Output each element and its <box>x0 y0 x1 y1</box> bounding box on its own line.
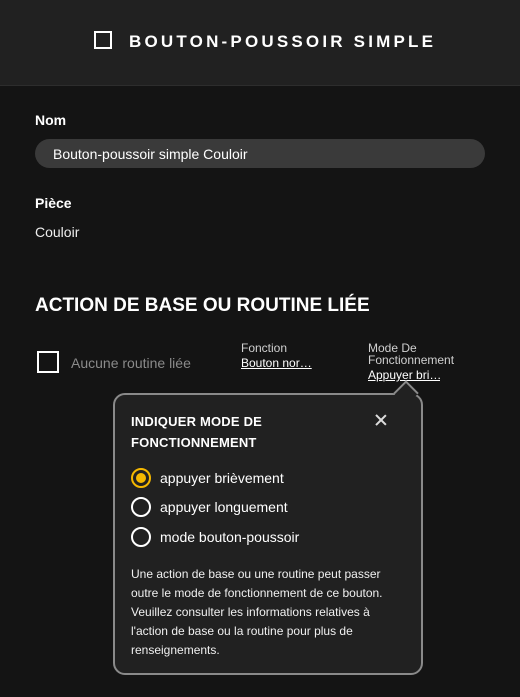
section-title: ACTION DE BASE OU ROUTINE LIÉE <box>35 295 370 316</box>
option-label: appuyer longuement <box>160 499 288 515</box>
mode-link[interactable]: Appuyer bri… <box>368 368 440 382</box>
page-title: BOUTON-POUSSOIR SIMPLE <box>129 32 437 51</box>
close-icon[interactable] <box>371 411 391 431</box>
name-input[interactable] <box>35 139 485 168</box>
room-value: Couloir <box>35 224 80 240</box>
radio-icon[interactable] <box>131 527 151 547</box>
option-label: mode bouton-poussoir <box>160 529 300 545</box>
square-outline-icon <box>94 31 112 49</box>
routine-checkbox[interactable] <box>37 351 59 373</box>
radio-selected-icon[interactable] <box>131 468 151 488</box>
room-label: Pièce <box>35 195 72 211</box>
function-link[interactable]: Bouton nor… <box>241 356 313 370</box>
radio-icon[interactable] <box>131 497 151 517</box>
mode-popover: INDIQUER MODE DE FONCTIONNEMENT appuyer … <box>113 393 423 675</box>
mode-label-line2: Fonctionnement <box>368 353 455 367</box>
option-label: appuyer brièvement <box>160 470 284 486</box>
popover-title: INDIQUER MODE DE FONCTIONNEMENT <box>131 414 263 450</box>
name-label: Nom <box>35 112 67 128</box>
popover-description: Une action de base ou une routine peut p… <box>131 567 383 657</box>
routine-label: Aucune routine liée <box>71 355 191 371</box>
function-label: Fonction <box>241 341 288 355</box>
header: BOUTON-POUSSOIR SIMPLE <box>0 0 520 86</box>
